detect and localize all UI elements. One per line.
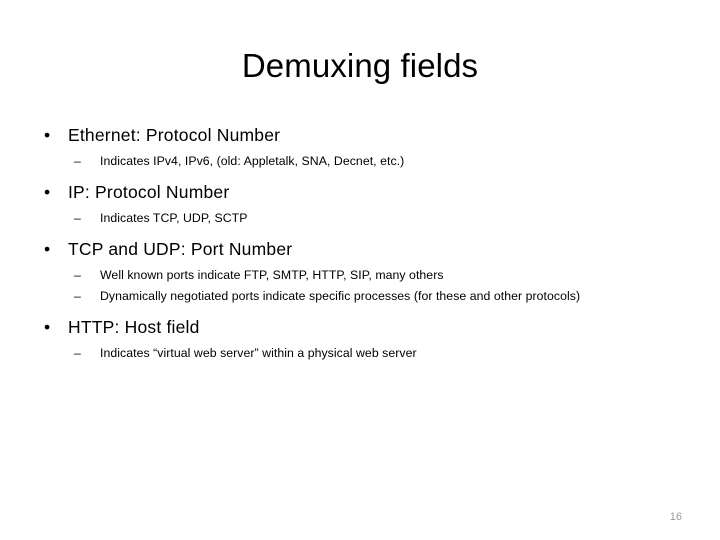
presentation-slide: Demuxing fields • Ethernet: Protocol Num… (0, 0, 720, 540)
dash-marker-icon: – (74, 211, 81, 225)
sub-bullet-label: Indicates TCP, UDP, SCTP (100, 211, 248, 225)
sub-bullet-label: Indicates “virtual web server” within a … (100, 346, 417, 360)
bullet-item-ethernet: • Ethernet: Protocol Number (38, 124, 698, 146)
dash-marker-icon: – (74, 346, 81, 360)
bullet-marker-icon: • (44, 239, 51, 259)
bullet-item-http: • HTTP: Host field (38, 316, 698, 338)
dash-marker-icon: – (74, 289, 81, 303)
bullet-marker-icon: • (44, 182, 51, 202)
bullet-group: • TCP and UDP: Port Number – Well known … (38, 238, 698, 304)
bullet-label: TCP and UDP: Port Number (68, 239, 293, 259)
bullet-label: Ethernet: Protocol Number (68, 125, 281, 145)
slide-body-content: • Ethernet: Protocol Number – Indicates … (38, 124, 698, 361)
bullet-group: • IP: Protocol Number – Indicates TCP, U… (38, 181, 698, 226)
sub-bullet-item: – Indicates “virtual web server” within … (38, 345, 698, 361)
sub-bullet-item: – Dynamically negotiated ports indicate … (38, 288, 698, 304)
sub-bullet-label: Well known ports indicate FTP, SMTP, HTT… (100, 268, 444, 282)
dash-marker-icon: – (74, 268, 81, 282)
sub-bullet-item: – Indicates TCP, UDP, SCTP (38, 210, 698, 226)
dash-marker-icon: – (74, 154, 81, 168)
sub-bullet-item: – Well known ports indicate FTP, SMTP, H… (38, 267, 698, 283)
sub-bullet-item: – Indicates IPv4, IPv6, (old: Appletalk,… (38, 153, 698, 169)
bullet-marker-icon: • (44, 317, 51, 337)
bullet-marker-icon: • (44, 125, 51, 145)
bullet-group: • Ethernet: Protocol Number – Indicates … (38, 124, 698, 169)
bullet-group: • HTTP: Host field – Indicates “virtual … (38, 316, 698, 361)
bullet-label: HTTP: Host field (68, 317, 200, 337)
bullet-label: IP: Protocol Number (68, 182, 230, 202)
sub-bullet-label: Dynamically negotiated ports indicate sp… (100, 289, 581, 303)
page-number: 16 (669, 511, 682, 523)
bullet-item-tcp-udp: • TCP and UDP: Port Number (38, 238, 698, 260)
sub-bullet-label: Indicates IPv4, IPv6, (old: Appletalk, S… (100, 154, 405, 168)
page-title: Demuxing fields (241, 47, 479, 84)
bullet-item-ip: • IP: Protocol Number (38, 181, 698, 203)
